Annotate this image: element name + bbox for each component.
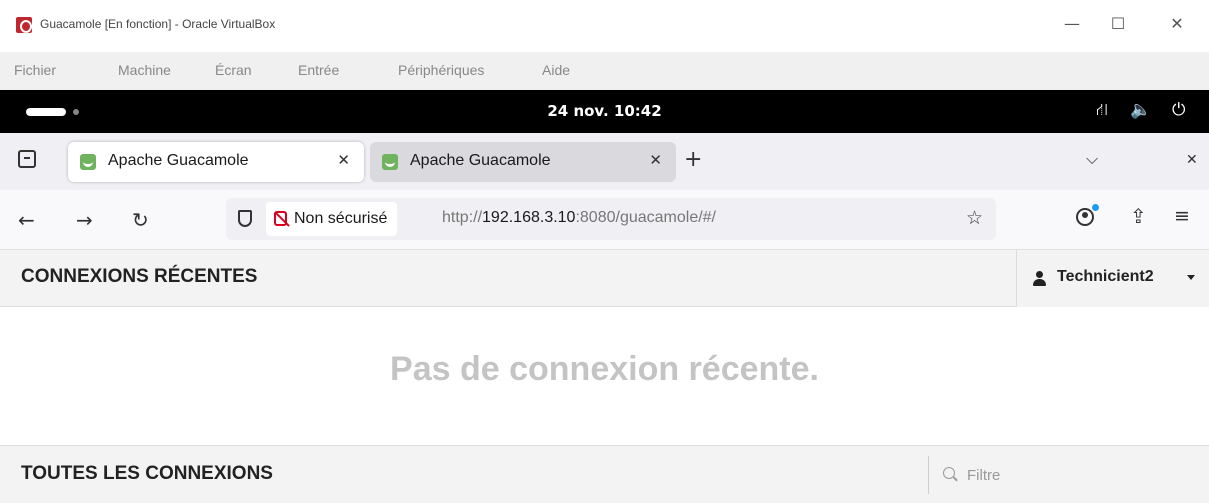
recent-connections-header: CONNEXIONS RÉCENTES Technicient2 [0,250,1209,307]
menu-machine[interactable]: Machine [118,62,171,78]
list-all-tabs-icon[interactable]: ⌵ [1086,149,1098,169]
power-icon[interactable]: ⏻ [1172,100,1185,120]
user-name: Technicient2 [1057,268,1154,285]
user-menu[interactable]: Technicient2 [1016,250,1209,307]
no-recent-connections-message: Pas de connexion récente. [390,350,819,388]
forward-button[interactable]: → [76,208,93,232]
virtualbox-icon [16,17,32,33]
maximize-button[interactable]: ☐ [1104,12,1132,36]
user-icon [1033,271,1046,286]
all-connections-header: TOUTES LES CONNEXIONS [0,445,1209,503]
reload-button[interactable]: ↻ [132,208,149,232]
menu-peripheriques[interactable]: Périphériques [398,62,484,78]
navigation-toolbar: ← → ↻ Non sécurisé http://192.168.3.10:8… [0,190,1209,250]
url-host: 192.168.3.10 [482,209,576,226]
close-tab-icon[interactable]: ✕ [337,151,350,169]
firefox-view-icon[interactable] [18,150,36,168]
all-connections-title: TOUTES LES CONNEXIONS [21,463,273,484]
tab-title: Apache Guacamole [108,152,249,169]
account-notification-badge [1092,204,1099,211]
tab-apache-guacamole-active[interactable]: Apache Guacamole ✕ [68,142,364,182]
security-label: Non sécurisé [294,210,388,227]
account-icon[interactable] [1076,208,1094,226]
back-button[interactable]: ← [18,208,35,232]
chevron-down-icon [1187,275,1195,280]
insecure-lock-icon [274,211,287,226]
bookmark-star-icon[interactable]: ☆ [966,207,983,229]
clock[interactable]: 24 nov. 10:42 [0,102,1209,120]
minimize-button[interactable]: — [1058,12,1086,36]
search-icon [943,467,955,479]
url-scheme: http:// [442,209,483,226]
recent-connections-title: CONNEXIONS RÉCENTES [21,266,258,287]
tab-title: Apache Guacamole [410,152,551,169]
new-tab-button[interactable]: + [684,147,702,172]
vbox-menubar: Fichier Machine Écran Entrée Périphériqu… [0,52,1209,90]
volume-icon[interactable]: 🔈 [1130,100,1151,120]
menu-aide[interactable]: Aide [542,62,570,78]
menu-fichier[interactable]: Fichier [14,62,56,78]
close-tab-icon[interactable]: ✕ [649,151,662,169]
menu-entree[interactable]: Entrée [298,62,339,78]
url-bar[interactable]: Non sécurisé http://192.168.3.10:8080/gu… [226,198,996,240]
close-browser-icon[interactable]: ✕ [1186,152,1198,168]
network-icon[interactable]: ⛙ [1096,100,1108,122]
tab-apache-guacamole[interactable]: Apache Guacamole ✕ [370,142,676,182]
guacamole-favicon-icon [80,154,96,170]
tracking-protection-shield-icon[interactable] [238,210,252,227]
window-titlebar: Guacamole [En fonction] - Oracle Virtual… [0,0,1209,52]
extensions-icon[interactable]: ⇪ [1130,204,1147,228]
menu-ecran[interactable]: Écran [215,62,252,78]
gnome-top-bar: 24 nov. 10:42 ⛙ 🔈 ⏻ [0,90,1209,133]
window-title: Guacamole [En fonction] - Oracle Virtual… [40,17,276,31]
url-path: :8080/guacamole/#/ [575,209,716,226]
close-window-button[interactable]: ✕ [1163,12,1191,36]
site-security-indicator[interactable]: Non sécurisé [266,202,398,236]
tab-strip: Apache Guacamole ✕ Apache Guacamole ✕ + … [0,133,1209,190]
filter-box [928,456,1209,494]
hamburger-menu-icon[interactable]: ≡ [1174,205,1190,227]
guacamole-favicon-icon [382,154,398,170]
url-text[interactable]: http://192.168.3.10:8080/guacamole/#/ [442,209,716,227]
filter-input[interactable] [967,461,1187,489]
